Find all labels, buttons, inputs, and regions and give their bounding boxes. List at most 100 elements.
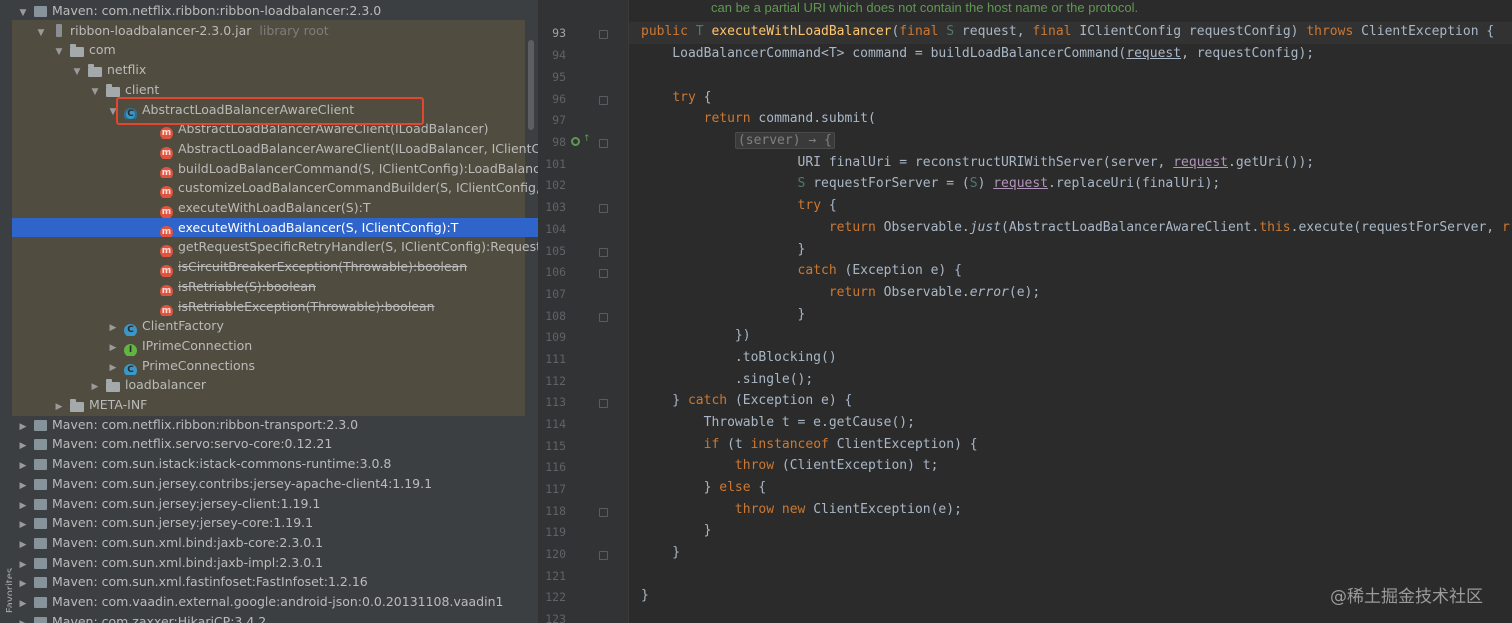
fold-marker-icon[interactable] — [599, 248, 608, 257]
tree-row[interactable]: ▶ Maven: com.sun.istack:istack-commons-ru… — [12, 454, 538, 474]
tree-row[interactable]: ▶ Maven: com.sun.jersey:jersey-core:1.19.… — [12, 513, 538, 533]
code-line-101: URI finalUri = reconstructURIWithServer(… — [641, 155, 1315, 170]
expand-arrow-icon[interactable]: ▼ — [108, 103, 118, 120]
class-icon: C — [124, 324, 137, 336]
expand-arrow-icon[interactable]: ▼ — [18, 4, 28, 21]
tree-row[interactable]: ▶ Maven: com.sun.jersey.contribs:jersey-a… — [12, 474, 538, 494]
collapse-arrow-icon[interactable]: ▶ — [18, 457, 28, 474]
line-number: 93 — [552, 26, 566, 40]
collapse-arrow-icon[interactable]: ▶ — [108, 359, 118, 376]
tree-row[interactable]: ▼ com — [12, 40, 538, 60]
tree-row-label: Maven: com.sun.istack:istack-commons-run… — [52, 456, 392, 472]
expand-arrow-icon[interactable]: ▼ — [90, 83, 100, 100]
code-line-116: throw (ClientException) t; — [734, 458, 939, 473]
code-line-107: return Observable.error(e); — [828, 285, 1041, 300]
maven-library-icon — [34, 498, 47, 510]
tree-row[interactable]: ▶ loadbalancer — [12, 375, 538, 395]
tree-row-label: Maven: com.sun.xml.bind:jaxb-core:2.3.0.… — [52, 534, 324, 550]
collapse-arrow-icon[interactable]: ▶ — [18, 595, 28, 612]
tree-row[interactable]: ▶ C PrimeConnections — [12, 356, 538, 376]
tree-scrollbar[interactable] — [528, 40, 534, 130]
line-number: 94 — [552, 48, 566, 62]
tree-row[interactable]: ▶ C ClientFactory — [12, 316, 538, 336]
tree-row[interactable]: m executeWithLoadBalancer(S):T — [12, 198, 538, 218]
tree-row[interactable]: m executeWithLoadBalancer(S, IClientConfi… — [12, 217, 538, 238]
folded-lambda[interactable]: (server) → { — [734, 132, 835, 149]
tree-row[interactable]: ▶ I IPrimeConnection — [12, 336, 538, 356]
tree-row[interactable]: m isRetriableException(Throwable):boolean — [12, 297, 538, 317]
tree-row[interactable]: ▶ Maven: com.zaxxer:HikariCP:3.4.2 — [12, 612, 538, 623]
editor-gutter: 93 94 95 96 97 98 101 102 103 104 105 106 107 108 109 1… — [538, 0, 629, 623]
code-line-122: } — [641, 588, 649, 603]
tree-row[interactable]: ▶ Maven: com.sun.jersey:jersey-client:1.1… — [12, 494, 538, 514]
line-number: 96 — [552, 92, 566, 106]
code-line-118: throw new ClientException(e); — [734, 502, 962, 517]
collapse-arrow-icon[interactable]: ▶ — [108, 319, 118, 336]
code-line-114: Throwable t = e.getCause(); — [641, 415, 915, 430]
tree-row[interactable]: ▶ Maven: com.sun.xml.bind:jaxb-core:2.3.0… — [12, 533, 538, 553]
collapse-arrow-icon[interactable]: ▶ — [18, 615, 28, 623]
fold-marker-icon[interactable] — [599, 551, 608, 560]
tree-row-label: ribbon-loadbalancer-2.3.0.jar — [70, 22, 252, 38]
tree-row[interactable]: ▶ META-INF — [12, 395, 538, 415]
collapse-arrow-icon[interactable]: ▶ — [108, 339, 118, 356]
collapse-arrow-icon[interactable]: ▶ — [18, 437, 28, 454]
tree-row-label: executeWithLoadBalancer(S, IClientConfig… — [178, 219, 459, 235]
tree-row[interactable]: ▶ Maven: com.sun.xml.fastinfoset:FastInfo… — [12, 572, 538, 592]
code-line-96: try { — [672, 90, 712, 105]
method-icon: m — [160, 284, 173, 297]
tree-row[interactable]: ▼ Maven: com.netflix.ribbon:ribbon-loadba… — [12, 1, 538, 21]
collapse-arrow-icon[interactable]: ▶ — [18, 575, 28, 592]
tree-row-label: Maven: com.sun.jersey.contribs:jersey-ap… — [52, 475, 433, 491]
tree-row[interactable]: m getRequestSpecificRetryHandler(S, IClie… — [12, 237, 538, 258]
tree-row[interactable]: m buildLoadBalancerCommand(S, IClientConf… — [12, 159, 538, 179]
code-editor[interactable]: 93 94 95 96 97 98 101 102 103 104 105 106 107 108 109 1… — [538, 0, 1512, 623]
collapse-arrow-icon[interactable]: ▶ — [54, 398, 64, 415]
tree-row[interactable]: ▶ Maven: com.netflix.ribbon:ribbon-transp… — [12, 415, 538, 435]
tree-row[interactable]: m customizeLoadBalancerCommandBuilder(S, … — [12, 178, 538, 198]
line-number: 106 — [545, 265, 566, 279]
collapse-arrow-icon[interactable]: ▶ — [18, 477, 28, 494]
tree-row[interactable]: ▶ Maven: com.vaadin.external.google:andro… — [12, 592, 538, 612]
tree-row-label: executeWithLoadBalancer(S):T — [178, 200, 371, 215]
tree-row[interactable]: ▼ netflix — [12, 60, 538, 80]
fold-marker-icon[interactable] — [599, 269, 608, 278]
fold-marker-icon[interactable] — [599, 399, 608, 408]
fold-marker-icon[interactable] — [599, 30, 608, 39]
fold-marker-icon[interactable] — [599, 139, 608, 148]
line-number: 113 — [545, 395, 566, 409]
line-number: 114 — [545, 417, 566, 431]
collapse-arrow-icon[interactable]: ▶ — [18, 497, 28, 514]
override-marker-icon[interactable] — [571, 137, 580, 146]
tree-row[interactable]: m AbstractLoadBalancerAwareClient(ILoadBa… — [12, 119, 538, 139]
collapse-arrow-icon[interactable]: ▶ — [18, 536, 28, 553]
collapse-arrow-icon[interactable]: ▶ — [18, 556, 28, 573]
tree-row[interactable]: ▶ Maven: com.netflix.servo:servo-core:0.1… — [12, 434, 538, 454]
fold-marker-icon[interactable] — [599, 96, 608, 105]
fold-marker-icon[interactable] — [599, 313, 608, 322]
tree-row[interactable]: m isCircuitBreakerException(Throwable):bo… — [12, 257, 538, 277]
collapse-arrow-icon[interactable]: ▶ — [90, 378, 100, 395]
expand-arrow-icon[interactable]: ▼ — [36, 24, 46, 41]
collapse-arrow-icon[interactable]: ▶ — [18, 516, 28, 533]
tree-row[interactable]: ▶ Maven: com.sun.xml.bind:jaxb-impl:2.3.0… — [12, 553, 538, 573]
tree-row-label: isCircuitBreakerException(Throwable):boo… — [178, 259, 468, 275]
line-number: 111 — [545, 352, 566, 366]
tree-row[interactable]: ▼ ribbon-loadbalancer-2.3.0.jar library ro… — [12, 21, 538, 41]
tree-row[interactable]: ▼ C AbstractLoadBalancerAwareClient — [12, 100, 538, 120]
expand-arrow-icon[interactable]: ▼ — [54, 43, 64, 60]
tree-row-label: IPrimeConnection — [142, 337, 253, 353]
package-folder-icon — [70, 44, 84, 58]
fold-marker-icon[interactable] — [599, 204, 608, 213]
fold-marker-icon[interactable] — [599, 508, 608, 517]
expand-arrow-icon[interactable]: ▼ — [72, 63, 82, 80]
tree-row[interactable]: m isRetriable(S):boolean — [12, 277, 538, 297]
implements-arrow-icon[interactable]: ↑ — [583, 134, 591, 144]
tree-row[interactable]: m AbstractLoadBalancerAwareClient(ILoadBa… — [12, 139, 538, 159]
watermark: @稀土掘金技术社区 — [1330, 587, 1483, 607]
collapse-arrow-icon[interactable]: ▶ — [18, 418, 28, 435]
line-number: 120 — [545, 547, 566, 561]
code-line-104: return Observable.just(AbstractLoadBalan… — [828, 220, 1510, 235]
maven-library-icon — [34, 439, 47, 451]
tree-row[interactable]: ▼ client — [12, 80, 538, 100]
